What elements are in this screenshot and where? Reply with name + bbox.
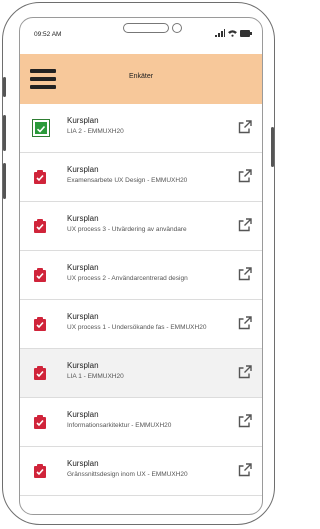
status-time: 09:52 AM	[34, 31, 62, 38]
list-item[interactable]: Kursplan UX process 2 - Användarcentrera…	[20, 251, 262, 300]
clipboard-check-icon	[34, 366, 46, 380]
external-link-icon[interactable]	[238, 169, 252, 183]
clipboard-check-icon	[34, 415, 46, 429]
external-link-icon[interactable]	[238, 267, 252, 281]
wifi-icon	[228, 30, 237, 37]
item-subtitle: Examensarbete UX Design - EMMUXH20	[67, 177, 188, 184]
item-title: Kursplan	[67, 165, 99, 174]
signal-icon	[215, 29, 225, 37]
checked-checkbox-icon[interactable]	[32, 119, 50, 137]
status-bar: 09:52 AM	[20, 18, 262, 54]
survey-list: Kursplan LIA 2 - EMMUXH20 Kursplan Exame…	[20, 104, 262, 496]
list-item[interactable]: Kursplan LIA 1 - EMMUXH20	[20, 349, 262, 398]
item-title: Kursplan	[67, 410, 99, 419]
item-subtitle: LIA 1 - EMMUXH20	[67, 373, 124, 380]
item-title: Kursplan	[67, 459, 99, 468]
clipboard-check-icon	[34, 464, 46, 478]
external-link-icon[interactable]	[238, 414, 252, 428]
list-item[interactable]: Kursplan Gränssnittsdesign inom UX - EMM…	[20, 447, 262, 496]
item-subtitle: UX process 3 - Utvärdering av användare	[67, 226, 187, 233]
external-link-icon[interactable]	[238, 120, 252, 134]
screen: 09:52 AM Enkäter Kursplan LIA 2 - EMMUXH…	[19, 17, 263, 515]
battery-icon	[240, 30, 252, 37]
page-title: Enkäter	[128, 73, 154, 80]
item-subtitle: Gränssnittsdesign inom UX - EMMUXH20	[67, 471, 188, 478]
item-subtitle: Informationsarkitektur - EMMUXH20	[67, 422, 172, 429]
external-link-icon[interactable]	[238, 365, 252, 379]
list-item[interactable]: Kursplan Informationsarkitektur - EMMUXH…	[20, 398, 262, 447]
side-button	[3, 77, 6, 97]
list-item[interactable]: Kursplan Examensarbete UX Design - EMMUX…	[20, 153, 262, 202]
volume-up-button	[3, 115, 6, 151]
status-icons	[215, 29, 252, 37]
volume-down-button	[3, 163, 6, 199]
external-link-icon[interactable]	[238, 316, 252, 330]
item-title: Kursplan	[67, 263, 99, 272]
phone-frame: 09:52 AM Enkäter Kursplan LIA 2 - EMMUXH…	[2, 2, 275, 525]
item-subtitle: UX process 2 - Användarcentrerad design	[67, 275, 188, 282]
item-title: Kursplan	[67, 116, 99, 125]
list-item[interactable]: Kursplan UX process 3 - Utvärdering av a…	[20, 202, 262, 251]
item-subtitle: UX process 1 - Undersökande fas - EMMUXH…	[67, 324, 207, 331]
list-item[interactable]: Kursplan UX process 1 - Undersökande fas…	[20, 300, 262, 349]
power-button	[271, 127, 274, 167]
item-subtitle: LIA 2 - EMMUXH20	[67, 128, 124, 135]
clipboard-check-icon	[34, 219, 46, 233]
list-item[interactable]: Kursplan LIA 2 - EMMUXH20	[20, 104, 262, 153]
app-header: Enkäter	[20, 54, 262, 105]
item-title: Kursplan	[67, 214, 99, 223]
item-title: Kursplan	[67, 361, 99, 370]
external-link-icon[interactable]	[238, 463, 252, 477]
external-link-icon[interactable]	[238, 218, 252, 232]
clipboard-check-icon	[34, 268, 46, 282]
clipboard-check-icon	[34, 170, 46, 184]
clipboard-check-icon	[34, 317, 46, 331]
camera	[172, 23, 182, 33]
speaker	[123, 23, 169, 33]
item-title: Kursplan	[67, 312, 99, 321]
